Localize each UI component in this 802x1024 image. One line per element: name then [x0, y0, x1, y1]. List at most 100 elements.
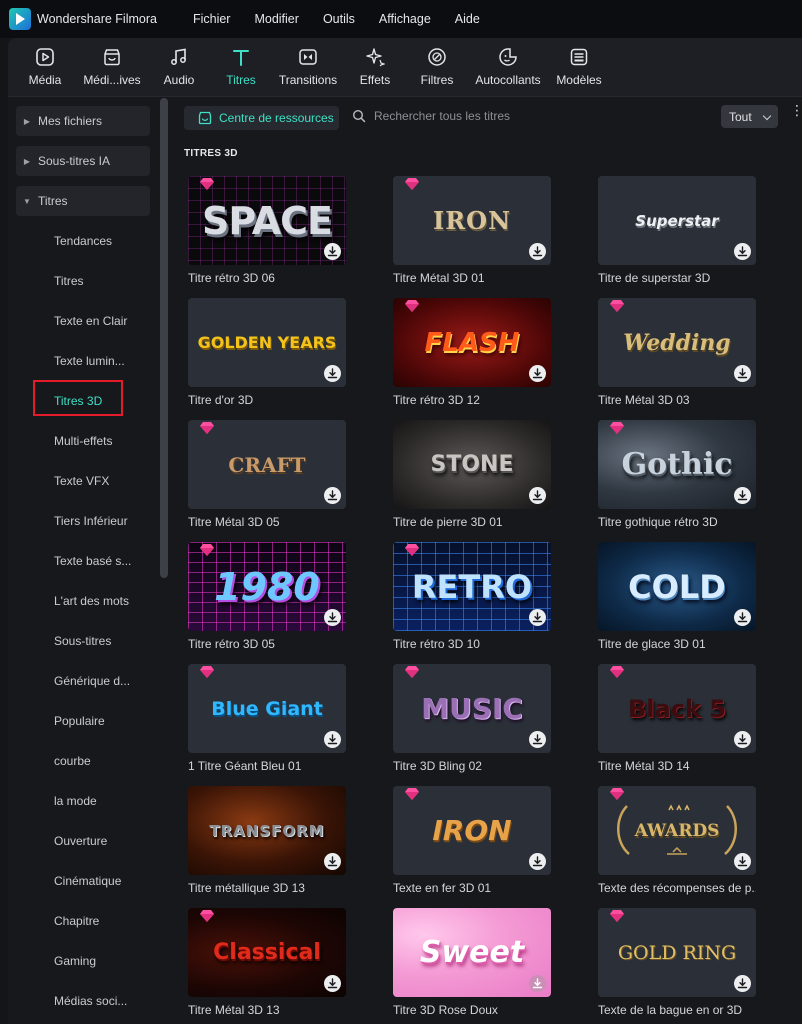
tab-transitions[interactable]: Transitions	[272, 38, 344, 96]
title-thumbnail[interactable]: Sweet	[393, 908, 551, 997]
title-card[interactable]: IRON Titre Métal 3D 01	[393, 176, 551, 285]
tab-titles[interactable]: Titres	[210, 38, 272, 96]
sidebar-item-multi-effets[interactable]: Multi-effets	[8, 426, 158, 456]
title-thumbnail[interactable]: Blue Giant	[188, 664, 346, 753]
title-thumbnail[interactable]: GOLDEN YEARS	[188, 298, 346, 387]
title-card[interactable]: 1980 Titre rétro 3D 05	[188, 542, 346, 651]
title-card[interactable]: Sweet Titre 3D Rose Doux	[393, 908, 551, 1017]
title-card[interactable]: TRANSFORM Titre métallique 3D 13	[188, 786, 346, 895]
title-card[interactable]: CRAFT Titre Métal 3D 05	[188, 420, 346, 529]
sidebar-item-texte-en-clair[interactable]: Texte en Clair	[8, 306, 158, 336]
tab-media[interactable]: Média	[14, 38, 76, 96]
title-card[interactable]: STONE Titre de pierre 3D 01	[393, 420, 551, 529]
title-card[interactable]: Blue Giant 1 Titre Géant Bleu 01	[188, 664, 346, 773]
download-icon[interactable]	[324, 609, 341, 626]
download-icon[interactable]	[324, 853, 341, 870]
more-options-icon[interactable]: ⋮	[790, 103, 802, 117]
download-icon[interactable]	[529, 731, 546, 748]
title-thumbnail[interactable]: RETRO	[393, 542, 551, 631]
download-icon[interactable]	[324, 975, 341, 992]
title-card[interactable]: GOLD RING Texte de la bague en or 3D	[598, 908, 756, 1017]
sidebar-item-titres[interactable]: Titres	[8, 266, 158, 296]
sidebar-item-ouverture[interactable]: Ouverture	[8, 826, 158, 856]
sidebar-item-tendances[interactable]: Tendances	[8, 226, 158, 256]
title-thumbnail[interactable]: Black 5	[598, 664, 756, 753]
menu-aide[interactable]: Aide	[455, 12, 480, 26]
menu-modifier[interactable]: Modifier	[254, 12, 298, 26]
tab-stickers[interactable]: Autocollants	[468, 38, 548, 96]
title-thumbnail[interactable]: MUSIC	[393, 664, 551, 753]
title-thumbnail[interactable]: Superstar	[598, 176, 756, 265]
title-card[interactable]: COLD Titre de glace 3D 01	[598, 542, 756, 651]
sidebar-item-texte-vfx[interactable]: Texte VFX	[8, 466, 158, 496]
menu-fichier[interactable]: Fichier	[193, 12, 231, 26]
title-card[interactable]: IRON Texte en fer 3D 01	[393, 786, 551, 895]
download-icon[interactable]	[734, 853, 751, 870]
title-card[interactable]: GOLDEN YEARS Titre d'or 3D	[188, 298, 346, 407]
sidebar-item-chapitre[interactable]: Chapitre	[8, 906, 158, 936]
title-card[interactable]: MUSIC Titre 3D Bling 02	[393, 664, 551, 773]
sidebar-item-la-mode[interactable]: la mode	[8, 786, 158, 816]
title-thumbnail[interactable]: IRON	[393, 786, 551, 875]
title-thumbnail[interactable]: FLASH	[393, 298, 551, 387]
download-icon[interactable]	[734, 365, 751, 382]
title-card[interactable]: Gothic Titre gothique rétro 3D	[598, 420, 756, 529]
download-icon[interactable]	[529, 975, 546, 992]
sidebar-item-generique[interactable]: Générique d...	[8, 666, 158, 696]
sidebar-item-courbe[interactable]: courbe	[8, 746, 158, 776]
sidebar-item-medias-sociaux[interactable]: Médias soci...	[8, 986, 158, 1016]
download-icon[interactable]	[734, 609, 751, 626]
title-thumbnail[interactable]: 1980	[188, 542, 346, 631]
download-icon[interactable]	[529, 243, 546, 260]
sidebar-item-populaire[interactable]: Populaire	[8, 706, 158, 736]
sidebar-category-mes-fichiers[interactable]: ▶ Mes fichiers	[16, 106, 150, 136]
sidebar-item-sous-titres[interactable]: Sous-titres	[8, 626, 158, 656]
title-thumbnail[interactable]: STONE	[393, 420, 551, 509]
sidebar-item-cinematique[interactable]: Cinématique	[8, 866, 158, 896]
download-icon[interactable]	[529, 609, 546, 626]
title-thumbnail[interactable]: Wedding	[598, 298, 756, 387]
title-thumbnail[interactable]: Classical	[188, 908, 346, 997]
download-icon[interactable]	[734, 731, 751, 748]
sidebar-item-tiers-inferieur[interactable]: Tiers Inférieur	[8, 506, 158, 536]
title-thumbnail[interactable]: GOLD RING	[598, 908, 756, 997]
download-icon[interactable]	[734, 487, 751, 504]
tab-templates[interactable]: Modèles	[548, 38, 610, 96]
tab-effects[interactable]: Effets	[344, 38, 406, 96]
download-icon[interactable]	[324, 731, 341, 748]
title-card[interactable]: Wedding Titre Métal 3D 03	[598, 298, 756, 407]
menu-affichage[interactable]: Affichage	[379, 12, 431, 26]
download-icon[interactable]	[734, 975, 751, 992]
title-card[interactable]: RETRO Titre rétro 3D 10	[393, 542, 551, 651]
sidebar-item-art-des-mots[interactable]: L'art des mots	[8, 586, 158, 616]
tab-stock-media[interactable]: Médi...ives	[76, 38, 148, 96]
resource-center-button[interactable]: Centre de ressources	[184, 106, 339, 130]
download-icon[interactable]	[324, 365, 341, 382]
menu-outils[interactable]: Outils	[323, 12, 355, 26]
title-card[interactable]: Classical Titre Métal 3D 13	[188, 908, 346, 1017]
download-icon[interactable]	[324, 487, 341, 504]
title-thumbnail[interactable]: CRAFT	[188, 420, 346, 509]
title-thumbnail[interactable]: COLD	[598, 542, 756, 631]
title-thumbnail[interactable]: Gothic	[598, 420, 756, 509]
tab-audio[interactable]: Audio	[148, 38, 210, 96]
search-input[interactable]: Rechercher tous les titres	[352, 109, 510, 123]
tab-filters[interactable]: Filtres	[406, 38, 468, 96]
title-card[interactable]: FLASH Titre rétro 3D 12	[393, 298, 551, 407]
title-thumbnail[interactable]: SPACE	[188, 176, 346, 265]
download-icon[interactable]	[529, 853, 546, 870]
title-card[interactable]: SPACE Titre rétro 3D 06	[188, 176, 346, 285]
title-card[interactable]: Black 5 Titre Métal 3D 14	[598, 664, 756, 773]
title-thumbnail[interactable]: IRON	[393, 176, 551, 265]
sidebar-scrollbar[interactable]	[160, 98, 168, 578]
sidebar-item-texte-lumineux[interactable]: Texte lumin...	[8, 346, 158, 376]
title-card[interactable]: Superstar Titre de superstar 3D	[598, 176, 756, 285]
download-icon[interactable]	[529, 365, 546, 382]
download-icon[interactable]	[529, 487, 546, 504]
title-thumbnail[interactable]: TRANSFORM	[188, 786, 346, 875]
sidebar-item-gaming[interactable]: Gaming	[8, 946, 158, 976]
category-filter-select[interactable]: Tout	[721, 105, 778, 128]
sidebar-category-titres[interactable]: ▼ Titres	[16, 186, 150, 216]
title-card[interactable]: AWARDS Texte des récompenses de p...	[598, 786, 756, 895]
download-icon[interactable]	[324, 243, 341, 260]
